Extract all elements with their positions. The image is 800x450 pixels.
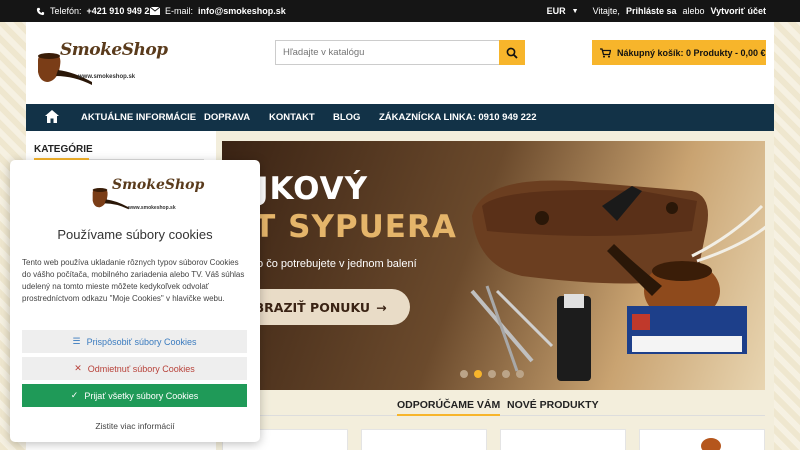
phone-contact[interactable]: Telefón: +421 910 949 222: [36, 6, 159, 16]
site-header: SmokeShop www.smokeshop.sk Nákupný košík…: [26, 22, 774, 104]
main-navigation: AKTUÁLNE INFORMÁCIE DOPRAVA KONTAKT BLOG…: [26, 104, 774, 131]
cookie-logo-url: www.smokeshop.sk: [128, 205, 176, 211]
cart-icon: [600, 47, 611, 58]
cookie-consent-dialog: SmokeShop www.smokeshop.sk Používame súb…: [10, 160, 260, 442]
product-card[interactable]: [500, 429, 626, 450]
carousel-dot[interactable]: [502, 370, 510, 378]
nav-item-contact[interactable]: KONTAKT: [269, 112, 315, 123]
customize-cookies-label: Prispôsobiť súbory Cookies: [86, 336, 197, 347]
check-icon: ✓: [70, 390, 79, 400]
banner-subtitle: to čo potrebujete v jednom balení: [254, 258, 417, 270]
login-link[interactable]: Prihláste sa: [626, 6, 677, 16]
categories-title: KATEGÓRIE: [34, 144, 93, 155]
search-input[interactable]: [276, 41, 500, 64]
cookie-logo: SmokeShop www.smokeshop.sk: [90, 177, 204, 217]
phone-label: Telefón:: [50, 6, 82, 16]
site-logo[interactable]: SmokeShop www.smokeshop.sk: [34, 40, 168, 90]
pipe-thumbnail-icon: [701, 438, 721, 450]
arrow-right-icon: →: [376, 299, 387, 315]
or-text: alebo: [682, 6, 705, 16]
customize-cookies-button[interactable]: ☰ Prispôsobiť súbory Cookies: [22, 330, 247, 353]
accept-cookies-label: Prijať všetky súbory Cookies: [84, 390, 199, 401]
search-box: [275, 40, 525, 65]
banner-headline-2: ET SYPUERA: [232, 209, 457, 245]
search-icon: [506, 47, 518, 59]
nav-item-news[interactable]: AKTUÁLNE INFORMÁCIE: [81, 112, 196, 123]
carousel-dot-active[interactable]: [474, 370, 482, 378]
currency-select[interactable]: EUR: [547, 6, 566, 16]
cookie-description: Tento web používa ukladanie rôznych typo…: [22, 258, 245, 303]
background-pattern-right: [774, 22, 800, 450]
cookie-title: Používame súbory cookies: [57, 227, 213, 242]
product-card[interactable]: [639, 429, 765, 450]
accept-cookies-button[interactable]: ✓ Prijať všetky súbory Cookies: [22, 384, 247, 407]
close-icon: ✕: [74, 363, 82, 373]
banner-cta-label: OBRAZIŤ PONUKU: [244, 299, 371, 315]
envelope-icon: [150, 7, 160, 15]
cart-label: Nákupný košík: 0 Produkty - 0,00 €: [617, 47, 766, 58]
carousel-dot[interactable]: [460, 370, 468, 378]
phone-value: +421 910 949 222: [86, 6, 160, 16]
carousel-dot[interactable]: [488, 370, 496, 378]
search-button[interactable]: [499, 40, 525, 65]
email-contact[interactable]: E-mail: info@smokeshop.sk: [150, 6, 286, 16]
reject-cookies-label: Odmietnuť súbory Cookies: [87, 363, 195, 374]
logo-text: SmokeShop: [60, 40, 168, 60]
sliders-icon: ☰: [72, 336, 81, 346]
account-links: EUR ▼ Vitajte, Prihláste sa alebo Vytvor…: [547, 6, 766, 16]
email-label: E-mail:: [165, 6, 194, 16]
product-card[interactable]: [361, 429, 487, 450]
pipe-kit-illustration: [470, 180, 765, 381]
logo-url: www.smokeshop.sk: [78, 74, 136, 80]
top-bar: Telefón: +421 910 949 222 E-mail: info@s…: [0, 0, 800, 22]
carousel-dots: [460, 370, 524, 378]
greeting: Vitajte,: [592, 6, 620, 16]
cookie-logo-text: SmokeShop: [112, 177, 205, 193]
tab-new-products[interactable]: NOVÉ PRODUKTY: [507, 399, 599, 411]
cart-button[interactable]: Nákupný košík: 0 Produkty - 0,00 €: [592, 40, 766, 65]
home-icon[interactable]: [45, 110, 59, 123]
register-link[interactable]: Vytvoriť účet: [711, 6, 767, 16]
email-value: info@smokeshop.sk: [198, 6, 286, 16]
nav-item-shipping[interactable]: DOPRAVA: [204, 112, 250, 123]
hero-banner[interactable]: AJKOVÝ ET SYPUERA to čo potrebujete v je…: [222, 141, 765, 390]
phone-icon: [36, 7, 45, 15]
tab-recommended[interactable]: ODPORÚČAME VÁM: [397, 399, 501, 416]
nav-item-hotline[interactable]: ZÁKAZNÍCKA LINKA: 0910 949 222: [379, 112, 537, 123]
reject-cookies-button[interactable]: ✕ Odmietnuť súbory Cookies: [22, 357, 247, 380]
chevron-down-icon[interactable]: ▼: [572, 8, 579, 15]
carousel-dot[interactable]: [516, 370, 524, 378]
nav-item-blog[interactable]: BLOG: [333, 112, 360, 123]
more-info-link[interactable]: Zistite viac informácií: [10, 421, 260, 431]
